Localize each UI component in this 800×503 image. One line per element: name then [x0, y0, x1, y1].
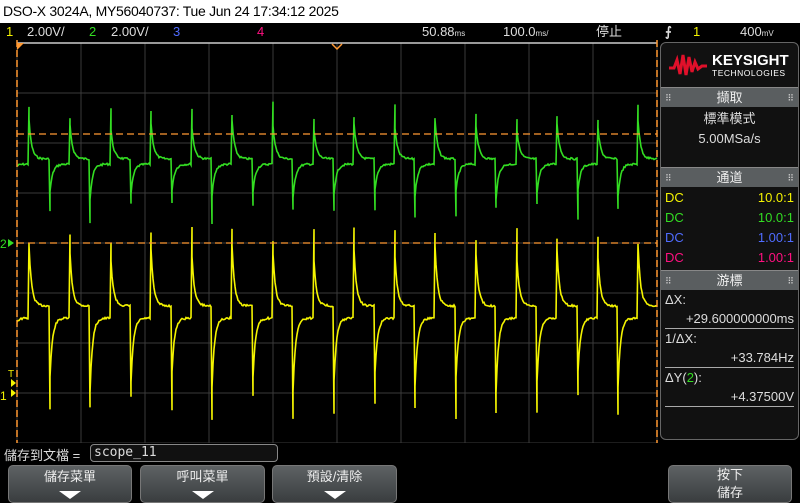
recall-menu-button[interactable]: 呼叫菜單 — [140, 465, 265, 503]
ch1-ground-marker: 1 — [0, 389, 7, 403]
acquire-title: 擷取 — [716, 90, 743, 105]
coupling: DC — [665, 230, 684, 245]
sample-rate: 5.00MSa/s — [698, 131, 761, 146]
channel-row: DC 1.00:1 — [661, 228, 798, 248]
timebase-unit: ms/ — [535, 29, 549, 38]
acquire-header[interactable]: ⠿ 擷取 ⠿ — [661, 87, 798, 107]
trigger-level-value: 400 — [740, 24, 762, 39]
ch2-ground-marker: 2 — [0, 237, 7, 251]
waveform-display[interactable]: 2 T 1 — [0, 40, 660, 443]
dy-source: 2 — [686, 370, 694, 385]
coupling: DC — [665, 190, 684, 205]
coupling: DC — [665, 210, 684, 225]
dy-label-end: ): — [693, 370, 702, 385]
channel-row: DC 10.0:1 — [661, 208, 798, 228]
save-menu-label: 儲存菜單 — [43, 469, 96, 484]
ch3-label[interactable]: 3 — [173, 23, 180, 40]
channels-header[interactable]: ⠿ 通道 ⠿ — [661, 167, 798, 187]
run-state: 停止 — [596, 24, 623, 39]
timebase-value: 100.0 — [503, 24, 536, 39]
brand-sub: TECHNOLOGIES — [712, 67, 786, 78]
inv-dx-label: 1/ΔX: — [665, 331, 697, 346]
down-arrow-icon — [191, 491, 214, 499]
save-to-file-label: 儲存到文檔 = — [4, 448, 81, 463]
time-delay-unit: ms — [454, 29, 466, 38]
rising-edge-icon: ⨍ — [665, 24, 672, 39]
probe-ratio: 10.0:1 — [757, 190, 794, 205]
softkey-bar: 儲存到文檔 = scope_11 儲存菜單 呼叫菜單 預設/清除 按下儲存 — [0, 443, 800, 503]
probe-ratio: 1.00:1 — [757, 250, 794, 265]
cursor-dy: ΔY(2): +4.37500V — [661, 368, 798, 406]
default-erase-label: 預設/清除 — [306, 469, 363, 484]
dx-label: ΔX: — [665, 292, 686, 307]
trigger-arrow-icon — [11, 379, 16, 387]
channel-row: DC 1.00:1 — [661, 248, 798, 268]
time-delay-value: 50.88 — [422, 24, 455, 39]
trigger-position-marker — [17, 43, 24, 50]
press-label: 按下 — [716, 467, 743, 482]
trigger-level-unit: mV — [761, 29, 774, 38]
ch2-arrow-icon — [8, 239, 14, 247]
trigger-source[interactable]: 1 — [693, 23, 700, 40]
trigger-level-marker: T — [8, 369, 14, 380]
ch1-scale[interactable]: 2.00V/ — [27, 23, 65, 40]
cursor-dx: ΔX: +29.600000000ms — [661, 290, 798, 328]
probe-ratio: 1.00:1 — [757, 230, 794, 245]
keysight-wave-icon — [669, 54, 707, 76]
side-panel: KEYSIGHT TECHNOLOGIES ⠿ 擷取 ⠿ 標準模式 5.00MSa/… — [660, 42, 799, 440]
ch1-label[interactable]: 1 — [6, 23, 13, 40]
channel-row: DC 10.0:1 — [661, 188, 798, 208]
channels-title: 通道 — [716, 170, 743, 185]
ch2-label[interactable]: 2 — [89, 23, 96, 40]
save-menu-button[interactable]: 儲存菜單 — [8, 465, 132, 503]
cursors-title: 游標 — [716, 273, 743, 288]
press-to-save-button[interactable]: 按下 儲存 — [668, 465, 792, 503]
filename-input[interactable]: scope_11 — [90, 444, 278, 462]
trigger-level[interactable]: 400mV — [740, 23, 774, 42]
down-arrow-icon — [323, 491, 346, 499]
brand-name: KEYSIGHT — [712, 51, 789, 69]
down-arrow-icon — [59, 491, 81, 499]
probe-ratio: 10.0:1 — [757, 210, 794, 225]
channel-bar: 1 2.00V/ 2 2.00V/ 3 4 50.88ms 100.0ms/ 停… — [0, 23, 800, 40]
inv-dx-value: +33.784Hz — [730, 350, 794, 365]
coupling: DC — [665, 250, 684, 265]
cursors-header[interactable]: ⠿ 游標 ⠿ — [661, 270, 798, 290]
ch2-scale[interactable]: 2.00V/ — [111, 23, 149, 40]
recall-menu-label: 呼叫菜單 — [176, 469, 229, 484]
acquire-mode: 標準模式 — [703, 111, 756, 126]
dy-value: +4.37500V — [730, 389, 794, 404]
cursor-inv-dx: 1/ΔX: +33.784Hz — [661, 329, 798, 367]
ch1-arrow-icon — [11, 389, 16, 397]
default-erase-button[interactable]: 預設/清除 — [272, 465, 397, 503]
keysight-logo: KEYSIGHT TECHNOLOGIES — [661, 43, 798, 87]
window-title: DSO-X 3024A, MY56040737: Tue Jun 24 17:3… — [0, 0, 800, 23]
save-label: 儲存 — [716, 485, 743, 500]
ch4-label[interactable]: 4 — [257, 23, 264, 40]
dx-value: +29.600000000ms — [685, 311, 794, 326]
dy-label: ΔY( — [665, 370, 687, 385]
